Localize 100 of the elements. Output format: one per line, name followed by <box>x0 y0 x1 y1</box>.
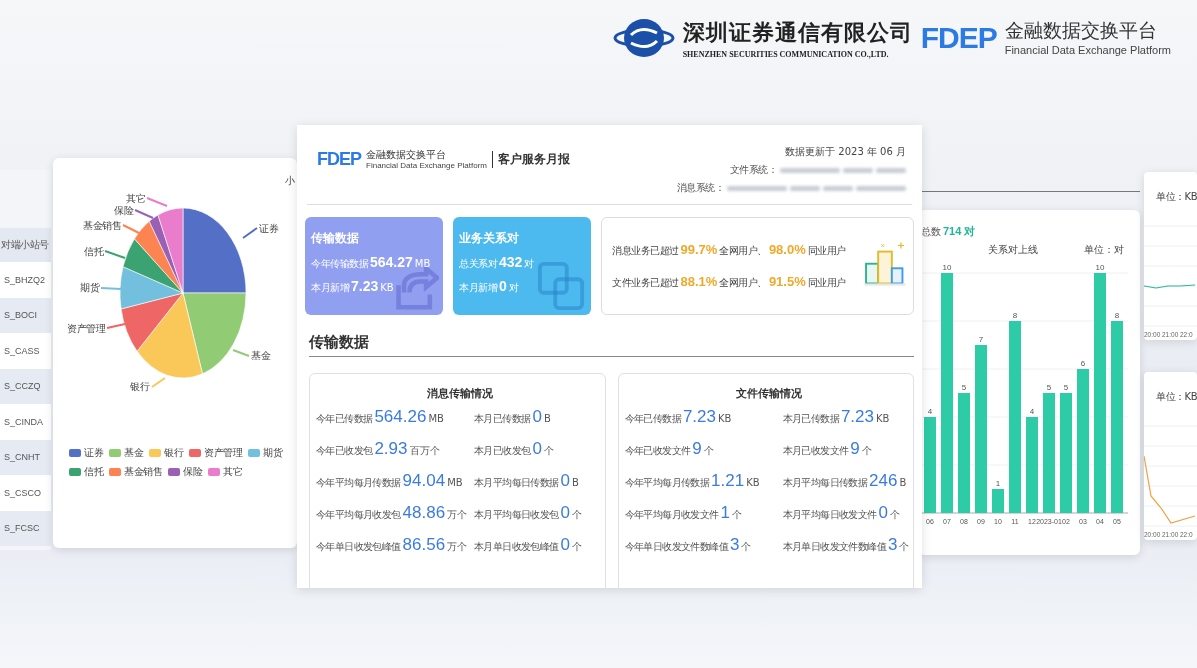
bar-value-label: 5 <box>961 383 967 392</box>
blurred-value <box>780 167 840 173</box>
legend-item: 保险 <box>168 465 202 479</box>
stat-unit: 个 <box>890 508 900 522</box>
stat-label: 本月已收发包 <box>474 444 531 458</box>
stat-label: 总关系对 <box>459 257 497 271</box>
pie-label: 银行 <box>130 381 149 392</box>
bar-value-label: 5 <box>1046 383 1052 392</box>
stat-value: 86.56 <box>402 535 446 555</box>
stat-value: 0 <box>499 278 507 294</box>
stat-value: 9 <box>850 439 860 459</box>
bar-value-label: 6 <box>1080 359 1086 368</box>
stat-label: 今年平均每月传数据 <box>316 476 401 490</box>
company-logo-icon <box>612 17 675 59</box>
stat-label: 今年平均每月传数据 <box>624 476 710 490</box>
stat-value: 7.23 <box>682 407 716 427</box>
stat-label: 本月单日收发包峰值 <box>474 540 559 554</box>
legend-item: 基金销售 <box>109 465 162 479</box>
panel-title: 消息传输情况 <box>426 386 495 401</box>
total-value: 714 对 <box>943 224 976 239</box>
stat-unit: KB <box>876 413 890 424</box>
table-cell: S_CSCO <box>0 475 51 511</box>
stat-value: 1 <box>720 503 730 523</box>
stat-label: 今年单日收发包峰值 <box>316 540 401 554</box>
bar-value-label: 8 <box>1012 311 1018 320</box>
stat-value: 0 <box>560 503 571 523</box>
pie-label: 期货 <box>80 282 99 293</box>
stat-value: 1.21 <box>711 471 745 491</box>
stat-unit: KB <box>718 413 732 424</box>
link-squares-icon <box>537 261 585 311</box>
stat-unit: 对 <box>524 257 535 271</box>
stat-label: 本月单日收发文件数峰值 <box>782 540 886 554</box>
ranking-text: 全网用户、 <box>719 244 767 258</box>
stat-unit: 个 <box>543 444 554 458</box>
report-title: 客户服务月报 <box>491 150 570 168</box>
stat-value: 432 <box>499 254 523 270</box>
stat-unit: 个 <box>703 444 714 458</box>
bar-value-label: 7 <box>978 335 984 344</box>
company-name: 深圳证券通信有限公司 <box>682 18 913 47</box>
stat-unit: 个 <box>572 540 583 554</box>
stat-unit: B <box>543 413 551 424</box>
stat-label: 本月平均每日收发包 <box>474 508 559 522</box>
bar-value-label: 8 <box>1114 311 1120 320</box>
blurred-value <box>823 185 853 191</box>
legend-item: 其它 <box>208 465 242 479</box>
stat-label: 今年已传数据 <box>316 412 373 426</box>
stat-value: 7.23 <box>351 278 379 294</box>
unit-label: 单位：KB <box>1155 390 1197 404</box>
stat-label: 今年平均每月收发文件 <box>624 508 719 522</box>
table-cell: S_CASS <box>0 333 51 369</box>
stat-unit: MB <box>414 258 431 269</box>
pie-label: 资产管理 <box>67 323 105 334</box>
ranking-text: 消息业务已超过 <box>612 244 679 258</box>
table-cell: S_CNHT <box>0 439 51 475</box>
pie-label: 保险 <box>114 205 133 216</box>
update-date: 数据更新于 2023 年 06 月 <box>785 145 906 159</box>
report-logo-name: 金融数据交换平台 <box>366 149 447 161</box>
blurred-value <box>727 185 787 191</box>
stat-unit: 个 <box>741 540 752 554</box>
stat-value: 3 <box>729 535 740 555</box>
chart-title: 关系对上线 <box>988 243 1038 257</box>
legend-item: 基金 <box>109 446 143 460</box>
bar-value-label: 4 <box>1029 407 1035 416</box>
pie-label: 基金 <box>251 350 270 361</box>
blurred-value <box>856 185 906 191</box>
stat-value: 246 <box>869 471 898 491</box>
stat-unit: 万个 <box>447 508 468 522</box>
blurred-value <box>790 185 820 191</box>
company-english-name: SHENZHEN SECURITIES COMMUNICATION CO.,LTD. <box>682 49 890 59</box>
report-logo-mark: FDEP <box>317 150 361 169</box>
stat-unit: 对 <box>508 281 519 295</box>
platform-name: 金融数据交换平台 <box>1004 19 1158 42</box>
stat-unit: KB <box>746 477 760 488</box>
pie-label: 其它 <box>126 193 145 204</box>
stat-label: 本月平均每日收发文件 <box>782 508 877 522</box>
panel-title: 文件传输情况 <box>734 386 803 401</box>
platform-logo-mark: FDEP <box>920 23 997 53</box>
table-header: 对端小站号 <box>0 228 51 262</box>
legend-item: 资产管理 <box>189 446 242 460</box>
stat-value: 0 <box>878 503 888 523</box>
ranking-text: 文件业务已超过 <box>612 276 679 290</box>
platform-english-name: Financial Data Exchange Platform <box>1004 43 1171 57</box>
stat-value: 0 <box>560 471 571 491</box>
stat-value: 564.26 <box>374 407 427 427</box>
stat-value: 564.27 <box>370 254 413 270</box>
stat-label: 今年已收发包 <box>316 444 373 458</box>
unit-label: 单位：对 <box>1084 243 1124 257</box>
pie-label: 基金销售 <box>83 220 121 231</box>
stat-value: 9 <box>692 439 702 459</box>
stat-value: 2.93 <box>374 439 408 459</box>
stat-label: 本月新增 <box>459 281 497 295</box>
legend-item: 信托 <box>69 465 103 479</box>
stat-unit: 百万个 <box>409 444 440 458</box>
legend-item: 期货 <box>248 446 282 460</box>
stat-unit: 个 <box>572 508 583 522</box>
total-label: 总数 <box>921 225 941 239</box>
stat-value: 0 <box>560 535 571 555</box>
system-label: 文件系统： <box>729 163 777 177</box>
stat-unit: 万个 <box>447 540 468 554</box>
stat-unit: MB <box>428 413 444 424</box>
